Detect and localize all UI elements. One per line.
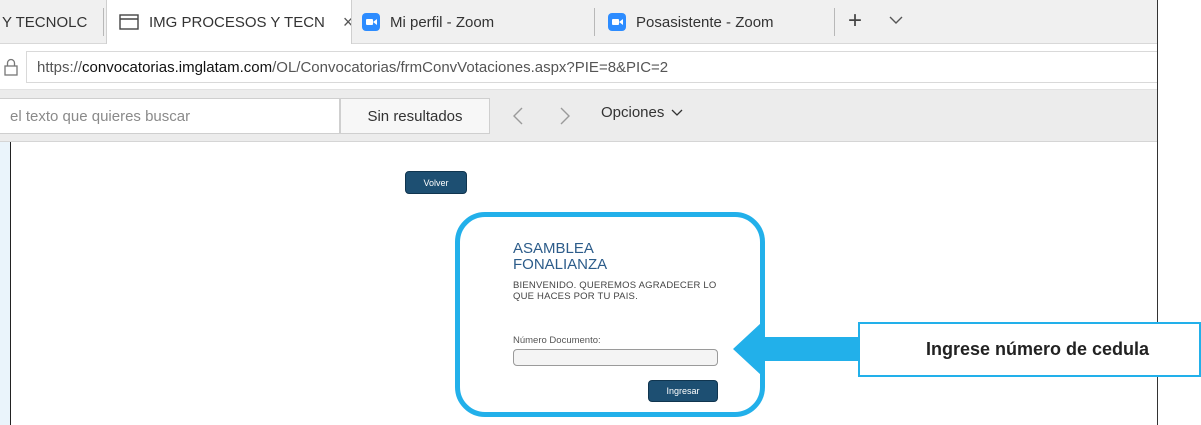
tab-posasistente-zoom[interactable]: Posasistente - Zoom xyxy=(604,0,834,44)
chevron-down-icon xyxy=(671,109,683,116)
volver-button[interactable]: Volver xyxy=(405,171,467,194)
instruction-callout: Ingrese número de cedula xyxy=(858,322,1201,377)
tab-mi-perfil-zoom[interactable]: Mi perfil - Zoom xyxy=(358,0,588,44)
tab-strip: Y TECNOLC IMG PROCESOS Y TECN × Mi perfi… xyxy=(0,0,1157,44)
new-tab-button[interactable]: + xyxy=(848,8,862,34)
login-card: ASAMBLEA FONALIANZA BIENVENIDO. QUEREMOS… xyxy=(455,212,765,417)
chevron-down-icon[interactable] xyxy=(888,12,904,33)
chevron-left-icon[interactable] xyxy=(507,104,529,128)
url-domain: convocatorias.imglatam.com xyxy=(82,58,273,76)
chevron-right-icon[interactable] xyxy=(554,104,576,128)
lock-icon xyxy=(4,58,18,81)
arrow-left-icon xyxy=(731,321,861,382)
find-results-status: Sin resultados xyxy=(340,98,490,134)
zoom-icon xyxy=(362,13,380,31)
find-options-button[interactable]: Opciones xyxy=(601,104,684,121)
close-icon[interactable]: × xyxy=(343,12,351,33)
tab-divider xyxy=(834,8,835,36)
tab-label: IMG PROCESOS Y TECN xyxy=(149,13,325,31)
tab-tecnolc[interactable]: Y TECNOLC xyxy=(0,0,100,44)
tab-img-procesos[interactable]: IMG PROCESOS Y TECN × xyxy=(106,0,352,44)
tab-label: Mi perfil - Zoom xyxy=(390,13,495,31)
url-path: /OL/Convocatorias/frmConvVotaciones.aspx… xyxy=(272,58,669,76)
card-title: ASAMBLEA FONALIANZA xyxy=(513,240,608,273)
find-options-label: Opciones xyxy=(601,104,665,121)
zoom-icon xyxy=(608,13,626,31)
find-input[interactable]: el texto que quieres buscar xyxy=(0,98,340,134)
find-bar: el texto que quieres buscar Sin resultad… xyxy=(0,90,1157,142)
tab-label: Y TECNOLC xyxy=(2,13,88,31)
address-bar: https://convocatorias.imglatam.com/OL/Co… xyxy=(0,44,1157,90)
document-number-label: Número Documento: xyxy=(513,335,601,346)
url-field[interactable]: https://convocatorias.imglatam.com/OL/Co… xyxy=(26,51,1157,83)
tab-divider xyxy=(594,8,595,36)
tab-label: Posasistente - Zoom xyxy=(636,13,774,31)
document-number-input[interactable] xyxy=(513,349,718,366)
page-icon xyxy=(119,14,139,30)
ingresar-button[interactable]: Ingresar xyxy=(648,380,718,402)
card-subtitle: BIENVENIDO. QUEREMOS AGRADECER LO QUE HA… xyxy=(513,280,717,302)
url-prefix: https:// xyxy=(37,58,83,76)
tab-divider xyxy=(103,8,104,36)
